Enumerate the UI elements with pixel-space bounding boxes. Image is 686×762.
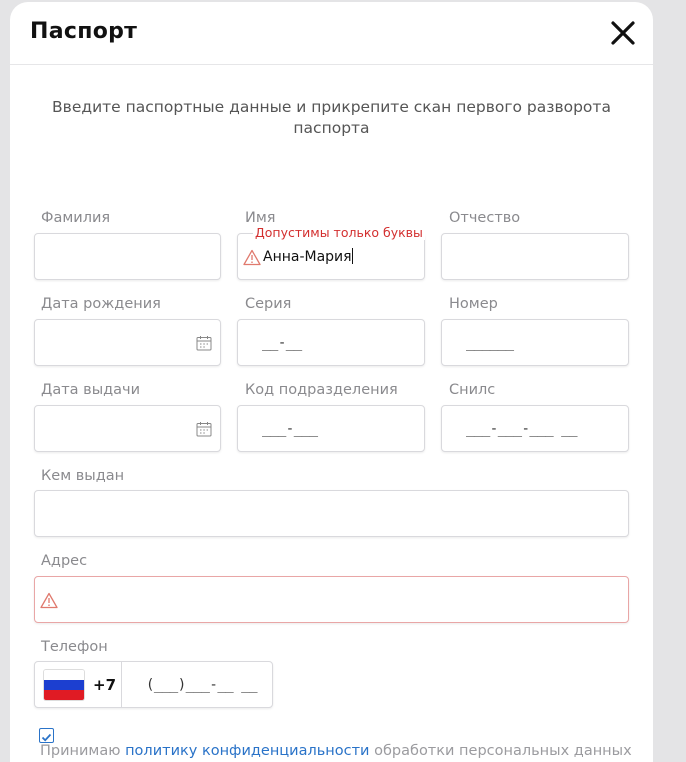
phone-mask: (___)___-__ __ [146,677,258,693]
number-label: Номер [449,296,498,312]
calendar-icon[interactable] [196,335,212,351]
modal-title: Паспорт [30,19,138,44]
phone-divider [121,662,122,707]
snils-label: Снилс [449,382,496,398]
division-code-field[interactable]: ___-___ [237,405,425,452]
issued-by-label: Кем выдан [41,468,125,484]
last-name-field[interactable] [34,233,221,280]
country-code[interactable]: +7 [93,676,116,694]
first-name-label: Имя [245,210,276,226]
russia-flag-icon[interactable] [44,670,84,700]
address-label: Адрес [41,553,88,569]
warning-icon [243,249,261,266]
phone-label: Телефон [41,639,108,655]
intro-text: Введите паспортные данные и прикрепите с… [52,98,611,137]
first-name-field[interactable]: Анна-Мария [237,233,425,280]
modal-header: Паспорт [10,2,653,65]
snils-field[interactable]: ___-___-___ __ [441,405,629,452]
middle-name-field[interactable] [441,233,629,280]
birth-date-label: Дата рождения [41,296,161,312]
privacy-policy-link[interactable]: политику конфиденциальности [125,743,369,759]
division-code-label: Код подразделения [245,382,398,398]
first-name-error: Допустимы только буквы [253,225,425,240]
warning-icon [40,592,58,609]
phone-field[interactable]: +7 (___)___-__ __ [34,661,273,708]
passport-modal: Паспорт Введите паспортные данные и прик… [10,2,653,762]
division-code-mask: ___-___ [262,421,318,437]
issue-date-field[interactable] [34,405,221,452]
number-field[interactable]: ______ [441,319,629,366]
address-field[interactable] [34,576,629,623]
consent-text: Принимаю политику конфиденциальности обр… [40,743,632,759]
snils-mask: ___-___-___ __ [466,421,578,437]
series-label: Серия [245,296,292,312]
series-field[interactable]: __-__ [237,319,425,366]
consent-checkbox[interactable] [39,728,54,743]
last-name-label: Фамилия [41,210,111,226]
number-mask: ______ [466,335,514,351]
calendar-icon[interactable] [196,421,212,437]
middle-name-label: Отчество [449,210,521,226]
series-mask: __-__ [262,335,302,351]
first-name-value: Анна-Мария [263,248,353,265]
birth-date-field[interactable] [34,319,221,366]
issue-date-label: Дата выдачи [41,382,141,398]
issued-by-field[interactable] [34,490,629,537]
close-icon[interactable] [610,20,636,46]
